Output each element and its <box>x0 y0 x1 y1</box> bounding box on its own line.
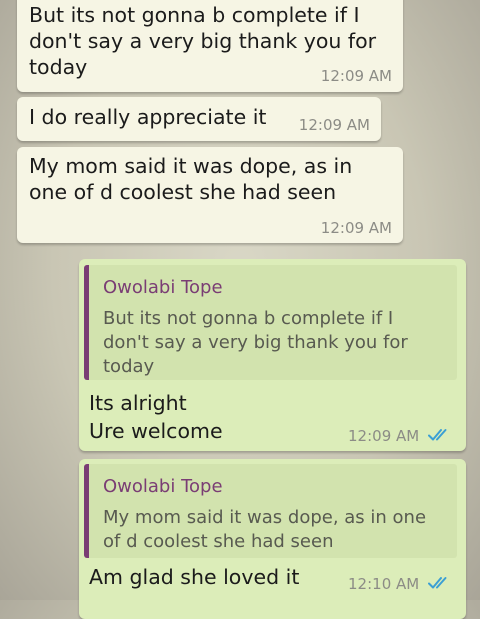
incoming-message[interactable]: But its not gonna b complete if I don't … <box>17 0 403 92</box>
message-timestamp: 12:09 AM <box>298 116 370 134</box>
timestamp-label: 12:10 AM <box>348 575 420 593</box>
quoted-author: Owolabi Tope <box>103 277 223 298</box>
message-text: Am glad she loved it <box>89 565 300 589</box>
quoted-author: Owolabi Tope <box>103 476 223 497</box>
message-timestamp: 12:09 AM <box>320 219 392 237</box>
quoted-message[interactable]: Owolabi Tope But its not gonna b complet… <box>84 265 457 380</box>
message-text: My mom said it was dope, as in one of d … <box>29 154 353 204</box>
message-text: Its alright Ure welcome <box>89 391 223 443</box>
quoted-message[interactable]: Owolabi Tope My mom said it was dope, as… <box>84 464 457 558</box>
quoted-text: My mom said it was dope, as in one of d … <box>103 507 427 552</box>
message-text: I do really appreciate it <box>29 105 267 129</box>
timestamp-label: 12:09 AM <box>348 427 420 445</box>
message-timestamp: 12:10 AM <box>348 575 452 594</box>
incoming-message[interactable]: I do really appreciate it 12:09 AM <box>17 97 381 141</box>
message-timestamp: 12:09 AM <box>348 427 452 446</box>
incoming-message[interactable]: My mom said it was dope, as in one of d … <box>17 147 403 243</box>
outgoing-message[interactable]: Owolabi Tope But its not gonna b complet… <box>79 259 466 451</box>
quoted-text: But its not gonna b complete if I don't … <box>103 308 408 377</box>
message-timestamp: 12:09 AM <box>320 67 392 85</box>
double-check-icon <box>428 428 452 446</box>
double-check-icon <box>428 576 452 594</box>
outgoing-message[interactable]: Owolabi Tope My mom said it was dope, as… <box>79 459 466 619</box>
